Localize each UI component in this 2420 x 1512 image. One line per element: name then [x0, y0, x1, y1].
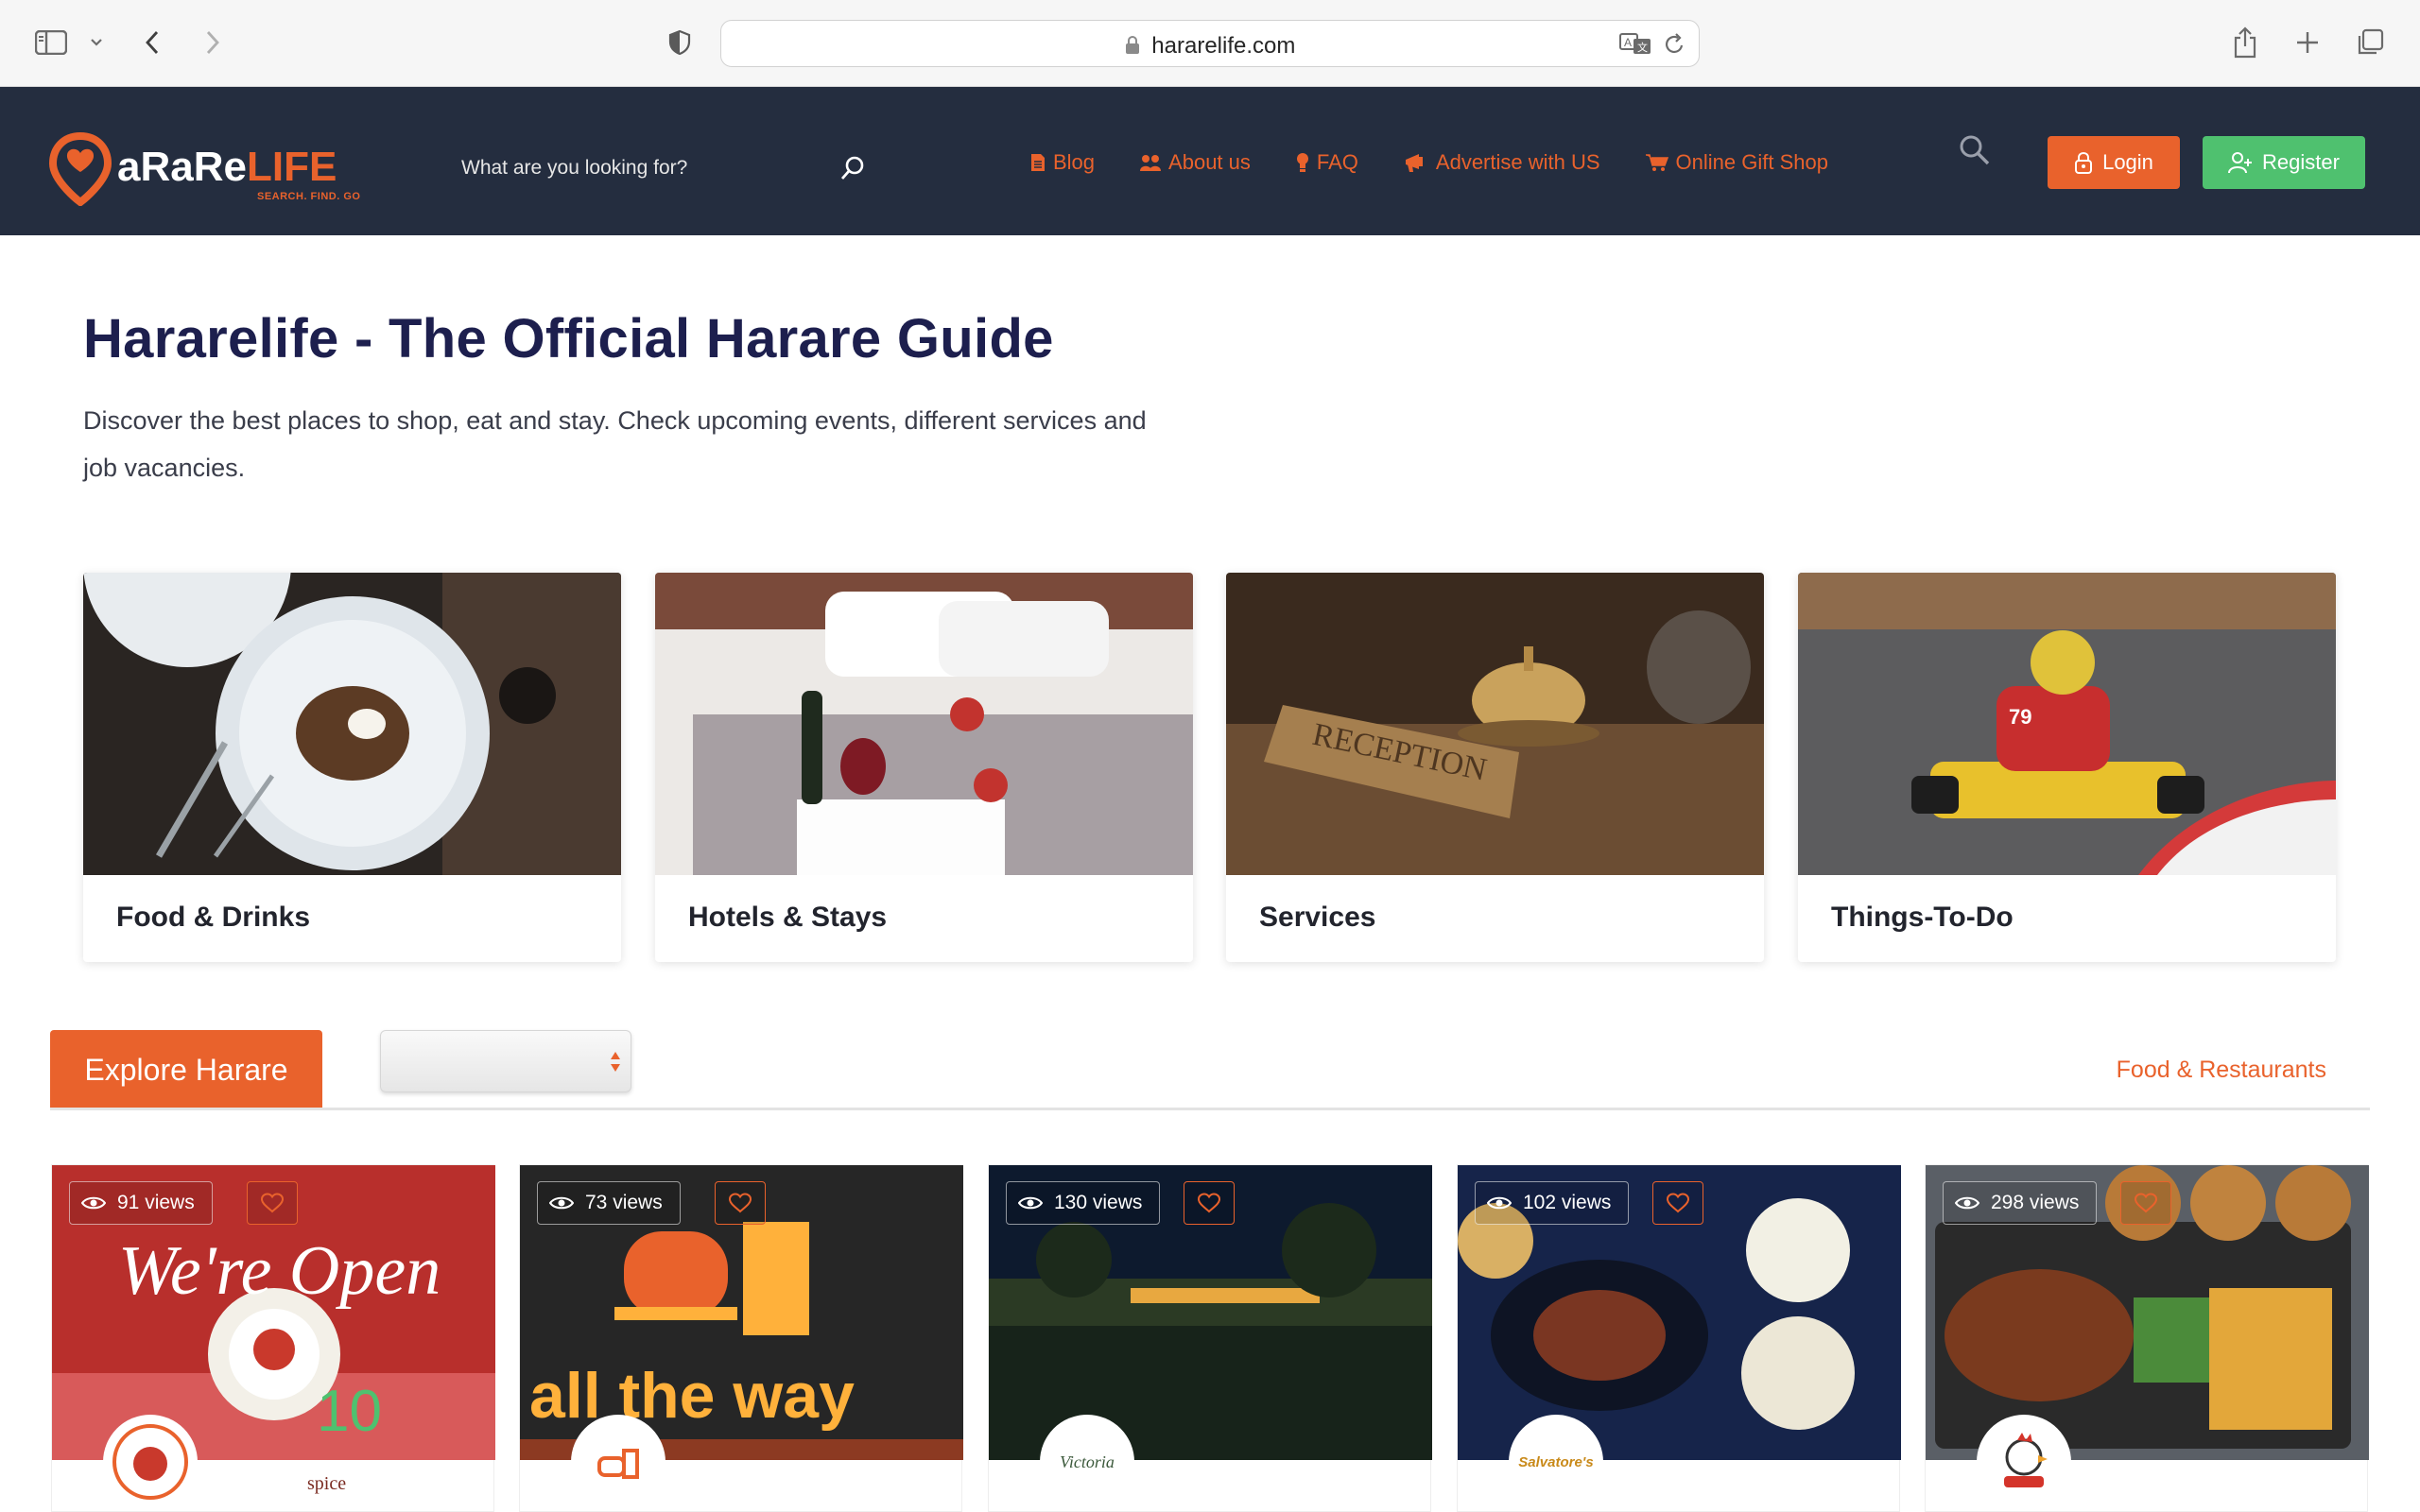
- nav-item-advertise[interactable]: Advertise with US: [1404, 150, 1600, 175]
- login-button[interactable]: Login: [2048, 136, 2180, 189]
- views-badge: 91 views: [69, 1181, 213, 1225]
- page-description: Discover the best places to shop, eat an…: [83, 406, 1147, 482]
- listing-logo: Salvatore's: [1512, 1418, 1599, 1505]
- listing-banner-text: We're Open: [118, 1232, 441, 1310]
- lock-icon: [1125, 35, 1140, 61]
- listing-logo: [575, 1418, 662, 1505]
- heart-icon: [2134, 1193, 2158, 1213]
- listing-card[interactable]: 298 views: [1925, 1164, 2369, 1512]
- category-label: Things-To-Do: [1831, 902, 2014, 933]
- chicken-logo-icon: [2004, 1433, 2048, 1487]
- favorite-button[interactable]: [1184, 1181, 1235, 1225]
- category-select[interactable]: [380, 1030, 631, 1092]
- location-pin-icon: [48, 132, 112, 206]
- people-icon: [1140, 153, 1162, 172]
- eye-icon: [549, 1196, 574, 1210]
- listing-logo-text: spice: [307, 1473, 347, 1494]
- heart-icon: [1666, 1193, 1690, 1213]
- hotel-bed-image: [655, 573, 1193, 875]
- category-card-food[interactable]: Food & Drinks: [83, 573, 621, 962]
- address-bar[interactable]: hararelife.com A文: [720, 20, 1700, 67]
- svg-text:文: 文: [1637, 41, 1648, 54]
- nav-item-blog[interactable]: Blog: [1030, 150, 1095, 175]
- chevron-down-icon[interactable]: [85, 21, 108, 64]
- megaphone-icon: [1404, 152, 1428, 173]
- cart-icon: [1645, 153, 1668, 172]
- listing-logo: [107, 1418, 194, 1505]
- share-icon[interactable]: [2229, 21, 2261, 64]
- heart-icon: [728, 1193, 752, 1213]
- favorite-button[interactable]: [2120, 1181, 2171, 1225]
- logo-tagline: SEARCH. FIND. GO: [257, 191, 361, 202]
- food-restaurants-link[interactable]: Food & Restaurants: [2117, 1057, 2326, 1084]
- lock-icon: [2075, 151, 2093, 174]
- svg-text:79: 79: [2009, 705, 2031, 729]
- eye-icon: [1955, 1196, 1979, 1210]
- privacy-shield-icon[interactable]: [666, 21, 694, 64]
- food-image: [83, 573, 621, 875]
- category-card-hotels[interactable]: Hotels & Stays: [655, 573, 1193, 962]
- forward-arrow-icon[interactable]: [199, 21, 227, 64]
- eye-icon: [1018, 1196, 1043, 1210]
- new-tab-icon[interactable]: [2291, 21, 2324, 64]
- listing-rating: 10: [317, 1379, 382, 1444]
- main-nav: Blog About us FAQ Advertise with US Onli…: [1030, 144, 1874, 181]
- listing-logo: Victoria: [1044, 1418, 1131, 1505]
- page-title: Hararelife - The Official Harare Guide: [83, 308, 1054, 369]
- tab-overview-icon[interactable]: [2354, 21, 2386, 64]
- nav-item-gift-shop[interactable]: Online Gift Shop: [1645, 150, 1828, 175]
- listing-card[interactable]: 130 views Victoria: [988, 1164, 1432, 1512]
- heart-icon: [1197, 1193, 1221, 1213]
- category-card-things-to-do[interactable]: 79 Things-To-Do: [1798, 573, 2336, 962]
- lightbulb-icon: [1296, 152, 1309, 173]
- go-kart-image: 79: [1798, 573, 2336, 875]
- category-label: Services: [1259, 902, 1376, 933]
- listing-card[interactable]: We're Open 10 91 views spice: [51, 1164, 495, 1512]
- svg-text:A: A: [1624, 36, 1632, 49]
- header-search-icon[interactable]: [1959, 134, 1991, 171]
- sidebar-toggle-icon[interactable]: [32, 21, 70, 64]
- views-badge: 130 views: [1006, 1181, 1161, 1225]
- views-badge: 102 views: [1475, 1181, 1630, 1225]
- category-label: Food & Drinks: [116, 902, 311, 933]
- listing-logo: [1980, 1418, 2067, 1505]
- category-label: Hotels & Stays: [688, 902, 888, 933]
- tab-explore-harare[interactable]: Explore Harare: [50, 1030, 322, 1109]
- eye-icon: [81, 1196, 106, 1210]
- listing-card[interactable]: 102 views Salvatore's: [1457, 1164, 1901, 1512]
- select-arrows-icon: [611, 1052, 620, 1072]
- search-icon[interactable]: [839, 155, 866, 186]
- document-icon: [1030, 153, 1046, 172]
- url-text: hararelife.com: [1151, 33, 1296, 59]
- search-input[interactable]: [444, 142, 822, 195]
- nav-item-about[interactable]: About us: [1140, 150, 1251, 175]
- heart-icon: [260, 1193, 285, 1213]
- favorite-button[interactable]: [1652, 1181, 1703, 1225]
- register-button[interactable]: Register: [2203, 136, 2365, 189]
- add-user-icon: [2228, 152, 2253, 174]
- back-arrow-icon[interactable]: [138, 21, 166, 64]
- translate-icon[interactable]: A文: [1619, 32, 1651, 60]
- logo-wordmark: aRaReLIFE: [117, 144, 337, 190]
- category-card-services[interactable]: RECEPTION Services: [1226, 573, 1764, 962]
- views-badge: 298 views: [1943, 1181, 2098, 1225]
- header-search: [444, 142, 879, 195]
- explore-divider: [50, 1108, 2370, 1110]
- site-logo[interactable]: aRaReLIFE SEARCH. FIND. GO: [47, 132, 369, 208]
- favorite-button[interactable]: [715, 1181, 766, 1225]
- browser-toolbar: hararelife.com A文: [0, 0, 2420, 87]
- nav-item-faq[interactable]: FAQ: [1296, 150, 1358, 175]
- eye-icon: [1487, 1196, 1512, 1210]
- listing-card[interactable]: all the way 73 views: [519, 1164, 963, 1512]
- site-header: aRaReLIFE SEARCH. FIND. GO Blog About us…: [0, 87, 2420, 235]
- reload-icon[interactable]: [1665, 33, 1685, 60]
- listing-banner-text: all the way: [529, 1360, 855, 1432]
- reception-bell-image: RECEPTION: [1226, 573, 1764, 875]
- views-badge: 73 views: [537, 1181, 681, 1225]
- favorite-button[interactable]: [247, 1181, 298, 1225]
